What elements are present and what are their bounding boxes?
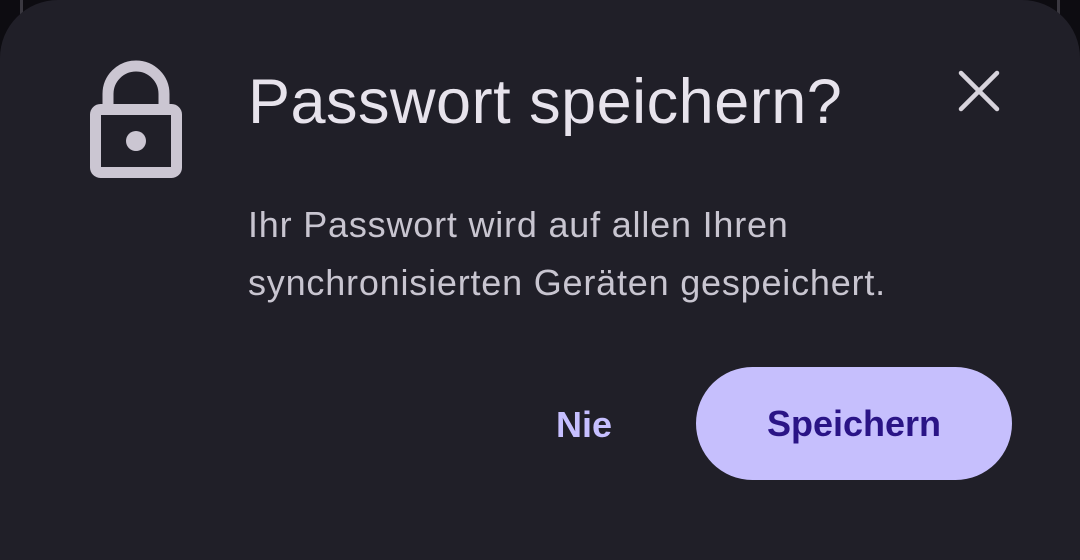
dialog-title: Passwort speichern?	[248, 67, 843, 137]
save-password-sheet: Passwort speichern? Ihr Passwort wird au…	[0, 0, 1080, 560]
close-button[interactable]	[946, 58, 1012, 124]
never-button[interactable]: Nie	[520, 370, 648, 480]
save-button[interactable]: Speichern	[696, 367, 1012, 480]
lock-icon	[90, 60, 182, 178]
dialog-message: Ihr Passwort wird auf allen Ihren synchr…	[248, 204, 886, 303]
close-icon	[958, 70, 1000, 112]
